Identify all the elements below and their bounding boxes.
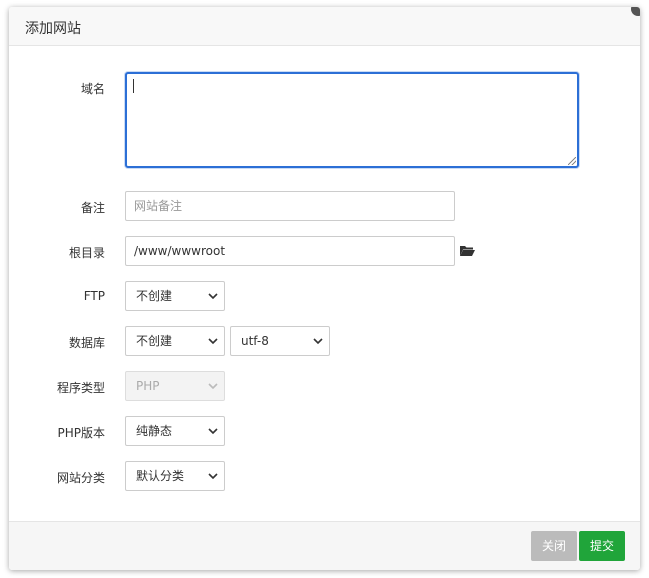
php-version-label: PHP版本 <box>57 426 106 440</box>
program-type-label: 程序类型 <box>56 381 105 395</box>
program-type-select-value: PHP <box>136 379 160 393</box>
program-type-select: PHP <box>125 371 225 401</box>
database-select-value: 不创建 <box>136 334 173 348</box>
database-label: 数据库 <box>68 336 105 350</box>
chevron-down-icon <box>208 428 218 435</box>
chevron-down-icon <box>208 383 218 390</box>
dialog-title: 添加网站 <box>25 21 81 37</box>
remark-label: 备注 <box>80 201 105 215</box>
resize-handle-icon[interactable] <box>568 157 576 165</box>
database-select[interactable]: 不创建 <box>125 326 225 356</box>
close-icon[interactable] <box>631 7 640 16</box>
domain-label: 域名 <box>80 82 105 96</box>
chevron-down-icon <box>208 338 218 345</box>
charset-select[interactable]: utf-8 <box>230 326 330 356</box>
dialog-footer: 关闭 提交 <box>9 521 640 570</box>
ftp-label: FTP <box>83 289 105 303</box>
ftp-select-value: 不创建 <box>136 289 173 303</box>
category-label: 网站分类 <box>56 471 105 485</box>
dialog-titlebar: 添加网站 <box>9 7 640 46</box>
php-version-select[interactable]: 纯静态 <box>125 416 225 446</box>
chevron-down-icon <box>208 473 218 480</box>
chevron-down-icon <box>313 338 323 345</box>
submit-button[interactable]: 提交 <box>579 531 625 561</box>
category-select-value: 默认分类 <box>136 469 185 483</box>
root-path-input[interactable]: /www/wwwroot <box>125 236 455 266</box>
chevron-down-icon <box>208 293 218 300</box>
close-button[interactable]: 关闭 <box>531 531 577 561</box>
ftp-select[interactable]: 不创建 <box>125 281 225 311</box>
php-version-select-value: 纯静态 <box>136 424 173 438</box>
category-select[interactable]: 默认分类 <box>125 461 225 491</box>
root-label: 根目录 <box>68 246 105 260</box>
charset-select-value: utf-8 <box>241 334 269 348</box>
add-site-dialog: 添加网站 域名 备注 网站备注 根目录 /www/wwwroot FTP 不创建… <box>9 7 640 570</box>
domain-textarea[interactable] <box>125 72 579 168</box>
text-caret <box>133 79 134 93</box>
folder-open-icon[interactable] <box>459 244 475 258</box>
remark-input[interactable]: 网站备注 <box>125 191 455 221</box>
